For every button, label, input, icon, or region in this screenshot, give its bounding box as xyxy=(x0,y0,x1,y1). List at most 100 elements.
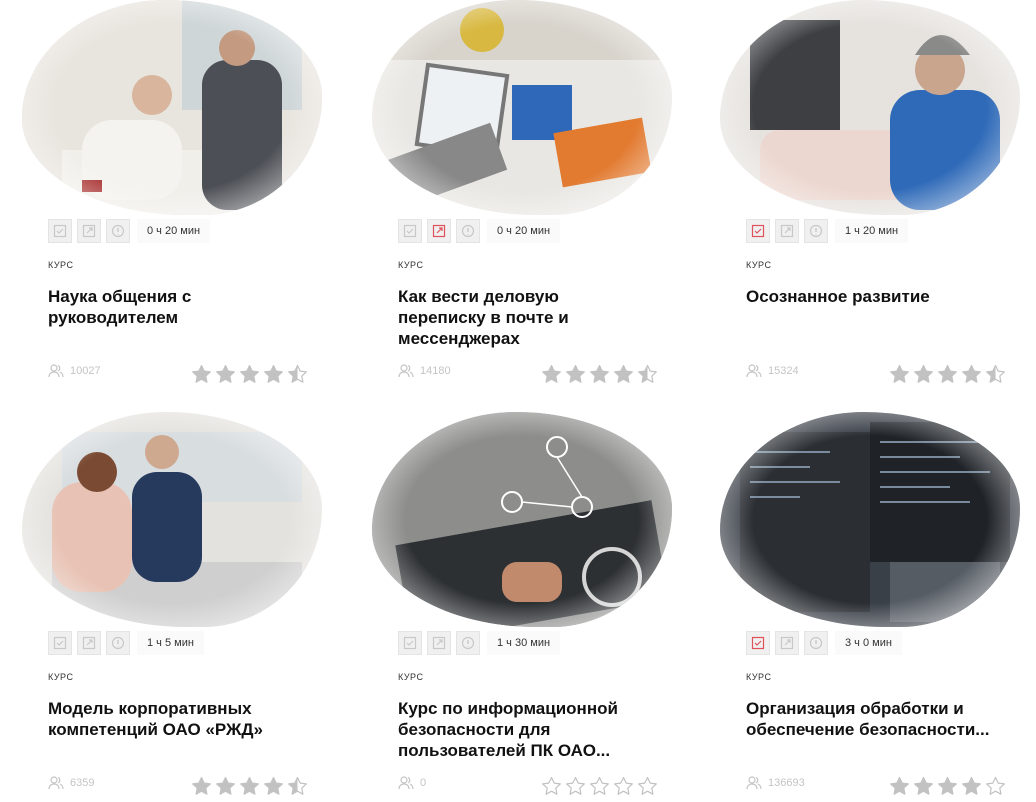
enrolled-users: 10027 xyxy=(48,364,101,378)
checklist-icon xyxy=(398,219,422,243)
course-card[interactable]: 1 ч 20 мин КУРС Осознанное развитие 1532… xyxy=(720,0,1020,390)
course-stats: 15324 xyxy=(746,364,1016,384)
rating-stars xyxy=(188,364,308,384)
duration-label: 3 ч 0 мин xyxy=(835,631,902,655)
star-full-icon xyxy=(914,364,933,383)
external-link-icon xyxy=(427,219,451,243)
star-half-icon xyxy=(288,364,307,383)
star-full-icon xyxy=(962,364,981,383)
info-icon xyxy=(106,631,130,655)
course-type-label: КУРС xyxy=(48,672,74,682)
course-type-label: КУРС xyxy=(746,260,772,270)
users-icon xyxy=(398,776,414,790)
course-stats: 10027 xyxy=(48,364,318,384)
star-empty-icon xyxy=(614,776,633,795)
external-link-icon xyxy=(77,219,101,243)
star-empty-icon xyxy=(566,776,585,795)
users-icon xyxy=(48,364,64,378)
star-full-icon xyxy=(240,364,259,383)
star-empty-icon xyxy=(638,776,657,795)
course-card[interactable]: 0 ч 20 мин КУРС Наука общения с руководи… xyxy=(22,0,322,390)
course-image[interactable] xyxy=(22,412,322,627)
external-link-icon xyxy=(427,631,451,655)
course-image[interactable] xyxy=(372,0,672,215)
course-image[interactable] xyxy=(720,412,1020,627)
star-half-icon xyxy=(288,776,307,795)
course-title[interactable]: Наука общения с руководителем xyxy=(48,286,298,328)
star-half-icon xyxy=(986,364,1005,383)
info-icon xyxy=(106,219,130,243)
info-icon xyxy=(456,219,480,243)
feature-icons: 3 ч 0 мин xyxy=(746,630,902,656)
duration-label: 0 ч 20 мин xyxy=(487,219,561,243)
enrolled-users: 6359 xyxy=(48,776,94,790)
star-full-icon xyxy=(542,364,561,383)
external-link-icon xyxy=(775,631,799,655)
feature-icons: 1 ч 20 мин xyxy=(746,218,909,244)
enrolled-users: 14180 xyxy=(398,364,451,378)
course-title[interactable]: Осознанное развитие xyxy=(746,286,996,307)
rating-stars xyxy=(188,776,308,796)
star-empty-icon xyxy=(542,776,561,795)
checklist-icon xyxy=(746,631,770,655)
feature-icons: 1 ч 5 мин xyxy=(48,630,204,656)
course-image[interactable] xyxy=(22,0,322,215)
users-icon xyxy=(746,776,762,790)
star-full-icon xyxy=(890,364,909,383)
star-empty-icon xyxy=(590,776,609,795)
users-icon xyxy=(398,364,414,378)
duration-label: 0 ч 20 мин xyxy=(137,219,211,243)
star-full-icon xyxy=(216,776,235,795)
checklist-icon xyxy=(398,631,422,655)
checklist-icon xyxy=(746,219,770,243)
course-stats: 14180 xyxy=(398,364,668,384)
enrolled-users: 15324 xyxy=(746,364,799,378)
course-card[interactable]: 1 ч 5 мин КУРС Модель корпоративных комп… xyxy=(22,412,322,802)
duration-label: 1 ч 20 мин xyxy=(835,219,909,243)
course-type-label: КУРС xyxy=(746,672,772,682)
rating-stars xyxy=(538,364,658,384)
star-full-icon xyxy=(914,776,933,795)
rating-stars xyxy=(538,776,658,796)
course-card[interactable]: 1 ч 30 мин КУРС Курс по информационной б… xyxy=(372,412,672,802)
course-title[interactable]: Организация обработки и обеспечение безо… xyxy=(746,698,996,740)
info-icon xyxy=(804,219,828,243)
users-count: 6359 xyxy=(70,777,95,789)
star-full-icon xyxy=(192,776,211,795)
course-type-label: КУРС xyxy=(48,260,74,270)
users-count: 14180 xyxy=(420,365,451,377)
users-icon xyxy=(48,776,64,790)
course-type-label: КУРС xyxy=(398,672,424,682)
star-full-icon xyxy=(890,776,909,795)
star-full-icon xyxy=(216,364,235,383)
course-card[interactable]: 0 ч 20 мин КУРС Как вести деловую перепи… xyxy=(372,0,672,390)
star-full-icon xyxy=(962,776,981,795)
checklist-icon xyxy=(48,219,72,243)
users-count: 136693 xyxy=(768,777,805,789)
star-full-icon xyxy=(192,364,211,383)
course-stats: 0 xyxy=(398,776,668,796)
course-title[interactable]: Как вести деловую переписку в почте и ме… xyxy=(398,286,648,349)
course-title[interactable]: Модель корпоративных компетенций ОАО «РЖ… xyxy=(48,698,298,740)
star-full-icon xyxy=(566,364,585,383)
users-count: 0 xyxy=(420,777,427,789)
star-full-icon xyxy=(590,364,609,383)
info-icon xyxy=(456,631,480,655)
info-icon xyxy=(804,631,828,655)
star-full-icon xyxy=(938,364,957,383)
course-card[interactable]: 3 ч 0 мин КУРС Организация обработки и о… xyxy=(720,412,1020,802)
course-stats: 136693 xyxy=(746,776,1016,796)
duration-label: 1 ч 30 мин xyxy=(487,631,561,655)
enrolled-users: 136693 xyxy=(746,776,805,790)
enrolled-users: 0 xyxy=(398,776,426,790)
star-full-icon xyxy=(938,776,957,795)
course-image[interactable] xyxy=(372,412,672,627)
course-image[interactable] xyxy=(720,0,1020,215)
duration-label: 1 ч 5 мин xyxy=(137,631,204,655)
course-title[interactable]: Курс по информационной безопасности для … xyxy=(398,698,648,761)
external-link-icon xyxy=(77,631,101,655)
rating-stars xyxy=(886,776,1006,796)
star-full-icon xyxy=(614,364,633,383)
checklist-icon xyxy=(48,631,72,655)
feature-icons: 0 ч 20 мин xyxy=(48,218,211,244)
